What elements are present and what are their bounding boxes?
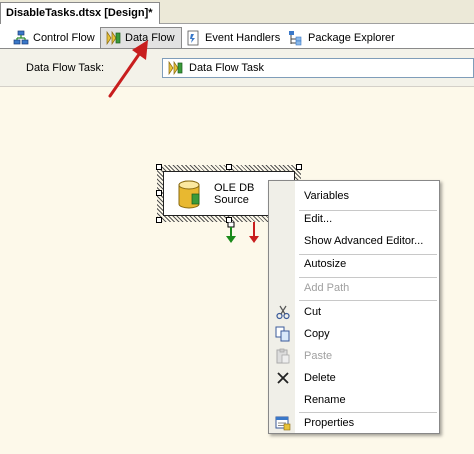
menu-item-label: Properties (304, 417, 355, 429)
menu-item-label: Edit... (304, 213, 333, 225)
menu-item-add-path: Add Path (269, 277, 439, 299)
menu-item-paste: Paste (269, 345, 439, 367)
success-path-arrow[interactable] (225, 222, 237, 244)
menu-item-label: Paste (304, 350, 333, 362)
menu-item-label: Show Advanced Editor... (304, 235, 424, 247)
menu-item-autosize[interactable]: Autosize (269, 253, 439, 275)
menu-item-variables[interactable]: Variables (269, 185, 439, 207)
menu-item-label: Delete (304, 372, 336, 384)
menu-item-label: Rename (304, 394, 346, 406)
package-explorer-icon (288, 30, 304, 46)
tab-control-flow[interactable]: Control Flow (8, 27, 102, 48)
document-tab[interactable]: DisableTasks.dtsx [Design]* (0, 2, 160, 24)
database-icon (178, 180, 200, 209)
resize-handle-top-left[interactable] (156, 164, 162, 170)
menu-item-label: Autosize (304, 258, 347, 270)
menu-item-label: Cut (304, 306, 322, 318)
tab-package-explorer[interactable]: Package Explorer (283, 27, 402, 48)
menu-item-cut[interactable]: Cut (269, 301, 439, 323)
properties-icon (275, 416, 291, 431)
delete-x-icon (277, 372, 289, 384)
resize-handle-top-right[interactable] (296, 164, 302, 170)
document-tab-strip: DisableTasks.dtsx [Design]* (0, 0, 474, 24)
resize-handle-bottom-left[interactable] (156, 217, 162, 223)
event-handlers-icon (185, 30, 201, 46)
designer-tab-bar: Control Flow Data Flow Event Handlers Pa… (0, 24, 474, 49)
tab-label: Event Handlers (205, 31, 281, 44)
data-flow-task-icon (167, 60, 183, 76)
task-selector-label: Data Flow Task: (26, 62, 105, 74)
resize-handle-left[interactable] (156, 190, 162, 196)
menu-item-label: Variables (304, 190, 350, 202)
tab-label: Package Explorer (308, 31, 395, 44)
menu-item-show-advanced-editor[interactable]: Show Advanced Editor... (269, 230, 439, 252)
task-selector-dropdown[interactable]: Data Flow Task (162, 58, 474, 78)
menu-item-rename[interactable]: Rename (269, 389, 439, 411)
menu-item-copy[interactable]: Copy (269, 323, 439, 345)
menu-item-delete[interactable]: Delete (269, 367, 439, 389)
tab-event-handlers[interactable]: Event Handlers (180, 27, 287, 48)
menu-item-label: Add Path (304, 282, 350, 294)
component-name-line1: OLE DB (214, 182, 255, 194)
copy-icon (275, 326, 290, 342)
error-path-arrow[interactable] (248, 222, 260, 244)
resize-handle-top[interactable] (226, 164, 232, 170)
menu-item-edit[interactable]: Edit... (269, 208, 439, 230)
context-menu: Variables Edit... Show Advanced Editor..… (268, 180, 440, 434)
task-selector-bar: Data Flow Task: Data Flow Task (0, 49, 474, 87)
menu-item-label: Copy (304, 328, 330, 340)
task-selector-value: Data Flow Task (189, 62, 264, 74)
menu-item-properties[interactable]: Properties (269, 412, 439, 434)
tab-label: Control Flow (33, 31, 95, 44)
annotation-arrow-icon (108, 40, 148, 98)
paste-icon (276, 348, 290, 364)
control-flow-icon (13, 30, 29, 46)
scissors-icon (276, 305, 290, 320)
component-name-line2: Source (214, 194, 249, 206)
